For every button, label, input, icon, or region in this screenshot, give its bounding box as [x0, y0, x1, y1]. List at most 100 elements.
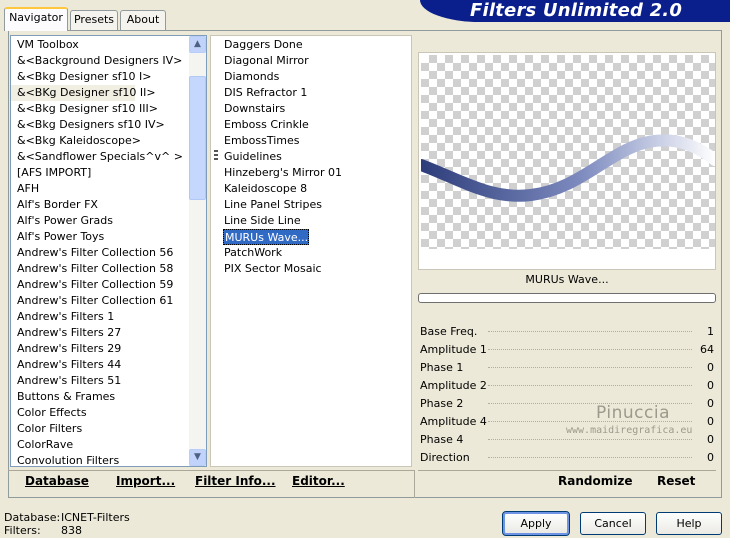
- divider: [8, 470, 414, 471]
- param-value: 0: [707, 379, 714, 392]
- param-slider[interactable]: [488, 331, 692, 333]
- editor-button[interactable]: Editor...: [292, 474, 345, 488]
- param-value: 0: [707, 451, 714, 464]
- param-row[interactable]: Amplitude 2 0: [418, 377, 716, 395]
- filter-list[interactable]: Daggers Done Diagonal Mirror Diamonds DIS R…: [210, 35, 412, 467]
- category-item[interactable]: Andrew's Filters 29: [11, 341, 189, 357]
- category-item[interactable]: Andrew's Filter Collection 58: [11, 261, 189, 277]
- scroll-up-icon[interactable]: ▲: [189, 36, 206, 53]
- divider: [418, 470, 716, 471]
- param-value: 0: [707, 415, 714, 428]
- filter-item[interactable]: Line Side Line: [223, 213, 301, 229]
- preview-frame: [415, 52, 721, 270]
- param-slider[interactable]: [488, 457, 692, 459]
- divider: [414, 470, 415, 498]
- progress-bar: [418, 293, 716, 303]
- param-row[interactable]: Phase 2 0: [418, 395, 716, 413]
- param-row[interactable]: Phase 1 0: [418, 359, 716, 377]
- reset-button[interactable]: Reset: [657, 474, 695, 488]
- category-item[interactable]: Buttons & Frames: [11, 389, 189, 405]
- drag-handle-icon: [214, 150, 219, 162]
- param-label: Phase 2: [420, 397, 464, 410]
- category-item[interactable]: Andrew's Filter Collection 56: [11, 245, 189, 261]
- filter-item[interactable]: DIS Refractor 1: [223, 85, 307, 101]
- category-item[interactable]: Andrew's Filters 27: [11, 325, 189, 341]
- filter-item[interactable]: Kaleidoscope 8: [223, 181, 307, 197]
- app-title: Filters Unlimited 2.0: [470, 0, 683, 21]
- param-slider[interactable]: [488, 367, 692, 369]
- database-value: ICNET-Filters: [61, 511, 130, 524]
- filters-label: Filters:: [4, 524, 41, 537]
- param-slider[interactable]: [488, 439, 692, 441]
- category-item[interactable]: &<Background Designers IV>: [11, 53, 189, 69]
- database-label: Database:: [4, 511, 61, 524]
- scroll-thumb[interactable]: [189, 76, 206, 200]
- param-slider[interactable]: [488, 349, 692, 351]
- param-label: Amplitude 4: [420, 415, 487, 428]
- category-item[interactable]: &<Bkg Designer sf10 I>: [11, 69, 189, 85]
- param-value: 64: [700, 343, 714, 356]
- category-item[interactable]: VM Toolbox: [11, 37, 189, 53]
- randomize-button[interactable]: Randomize: [558, 474, 632, 488]
- database-button[interactable]: Database: [25, 474, 89, 488]
- cancel-button[interactable]: Cancel: [580, 512, 646, 535]
- param-row[interactable]: Amplitude 1 64: [418, 341, 716, 359]
- category-item[interactable]: Color Effects: [11, 405, 189, 421]
- category-item[interactable]: Color Filters: [11, 421, 189, 437]
- param-row[interactable]: Direction 0: [418, 449, 716, 467]
- help-button[interactable]: Help: [656, 512, 722, 535]
- filter-item[interactable]: MURUs Wave...: [223, 229, 309, 245]
- filter-item[interactable]: Downstairs: [223, 101, 285, 117]
- filter-item[interactable]: EmbossTimes: [223, 133, 300, 149]
- category-item[interactable]: Alf's Border FX: [11, 197, 189, 213]
- filter-item[interactable]: PIX Sector Mosaic: [223, 261, 322, 277]
- watermark-url: www.maidiregrafica.eu: [566, 425, 693, 436]
- category-item[interactable]: &<Bkg Designers sf10 IV>: [11, 117, 189, 133]
- param-slider[interactable]: [488, 385, 692, 387]
- scroll-down-icon[interactable]: ▼: [189, 449, 206, 466]
- filter-item[interactable]: Guidelines: [223, 149, 282, 165]
- tab-presets[interactable]: Presets: [70, 10, 118, 30]
- param-label: Base Freq.: [420, 325, 478, 338]
- filter-item[interactable]: Line Panel Stripes: [223, 197, 322, 213]
- param-row[interactable]: Base Freq. 1: [418, 323, 716, 341]
- category-item[interactable]: Andrew's Filters 44: [11, 357, 189, 373]
- category-item[interactable]: Convolution Filters: [11, 453, 189, 466]
- filter-item[interactable]: Hinzeberg's Mirror 01: [223, 165, 342, 181]
- param-value: 0: [707, 433, 714, 446]
- category-item[interactable]: [AFS IMPORT]: [11, 165, 189, 181]
- category-item[interactable]: &<Bkg Designer sf10 III>: [11, 101, 189, 117]
- param-label: Phase 4: [420, 433, 464, 446]
- category-item[interactable]: Alf's Power Toys: [11, 229, 189, 245]
- watermark-name: Pinuccia: [596, 403, 670, 423]
- category-item[interactable]: Alf's Power Grads: [11, 213, 189, 229]
- filter-info-button[interactable]: Filter Info...: [195, 474, 276, 488]
- wave-preview: [415, 134, 721, 202]
- category-item[interactable]: Andrew's Filter Collection 61: [11, 293, 189, 309]
- category-item[interactable]: ColorRave: [11, 437, 189, 453]
- category-item[interactable]: Andrew's Filters 1: [11, 309, 189, 325]
- apply-button[interactable]: Apply: [502, 511, 570, 536]
- filter-item[interactable]: Emboss Crinkle: [223, 117, 309, 133]
- category-list[interactable]: VM Toolbox &<Background Designers IV> &<Bk…: [10, 35, 207, 467]
- filter-item[interactable]: PatchWork: [223, 245, 282, 261]
- category-scrollbar[interactable]: ▲ ▼: [189, 36, 206, 466]
- tab-navigator[interactable]: Navigator: [4, 7, 68, 31]
- category-item[interactable]: &<BKg Designer sf10 II>: [11, 85, 156, 101]
- category-item[interactable]: Andrew's Filters 51: [11, 373, 189, 389]
- param-label: Phase 1: [420, 361, 464, 374]
- tab-about[interactable]: About: [120, 10, 166, 30]
- import-button[interactable]: Import...: [116, 474, 175, 488]
- category-item[interactable]: &<Sandflower Specials^v^ >: [11, 149, 189, 165]
- category-item[interactable]: &<Bkg Kaleidoscope>: [11, 133, 189, 149]
- filter-item[interactable]: Diagonal Mirror: [223, 53, 309, 69]
- param-value: 0: [707, 397, 714, 410]
- filter-item[interactable]: Diamonds: [223, 69, 279, 85]
- category-item[interactable]: Andrew's Filter Collection 59: [11, 277, 189, 293]
- filter-item[interactable]: Daggers Done: [223, 37, 303, 53]
- selected-filter-name: MURUs Wave...: [525, 273, 609, 286]
- category-item[interactable]: AFH: [11, 181, 189, 197]
- filters-count: 838: [61, 524, 82, 537]
- param-value: 1: [707, 325, 714, 338]
- preview-image: [415, 55, 721, 249]
